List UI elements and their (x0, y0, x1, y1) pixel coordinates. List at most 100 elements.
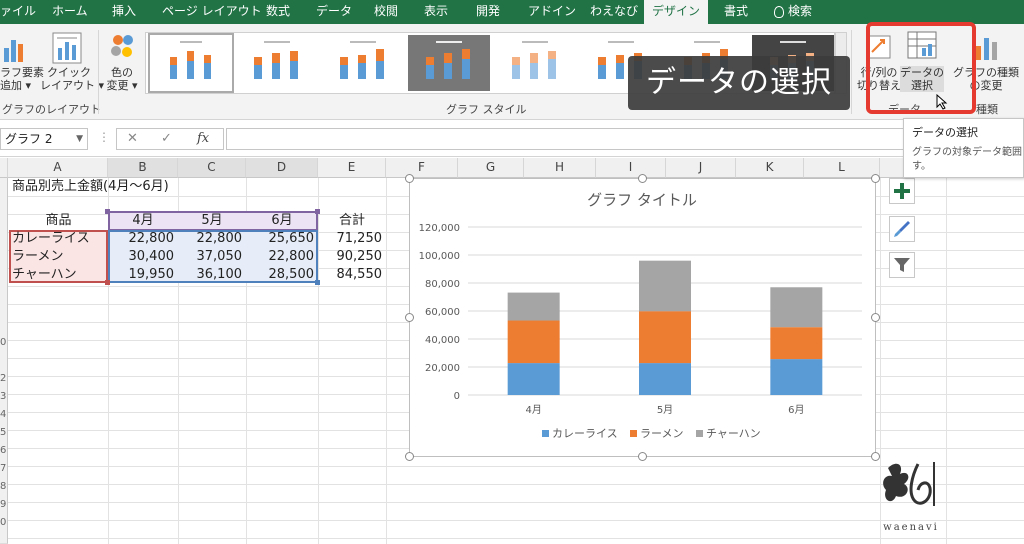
value-cell[interactable]: 22,800 (178, 230, 246, 248)
tab-developer[interactable]: 開発 (476, 0, 500, 24)
chart-style-thumb[interactable] (494, 35, 576, 91)
header-cell-jun[interactable]: 6月 (246, 212, 318, 230)
header-cell-may[interactable]: 5月 (178, 212, 246, 230)
tab-file[interactable]: ァイル (0, 0, 36, 24)
gridline (8, 466, 1024, 467)
chart-elements-button[interactable] (889, 178, 915, 204)
product-name-cell[interactable]: ラーメン (12, 248, 63, 266)
column-header[interactable]: I (596, 158, 666, 178)
chart-resize-handle[interactable] (871, 313, 880, 322)
bar-segment (507, 363, 560, 395)
chart-resize-handle[interactable] (638, 452, 647, 461)
gridline (8, 538, 1024, 539)
change-chart-type-icon (972, 32, 1002, 62)
filter-icon (894, 258, 910, 272)
tab-design[interactable]: デザイン (644, 0, 709, 24)
tab-page-layout[interactable]: ページ レイアウト (162, 0, 262, 24)
formula-input[interactable] (226, 128, 906, 150)
chart-filters-button[interactable] (889, 252, 915, 278)
column-header[interactable]: L (804, 158, 880, 178)
group-label-type: 種類 (976, 103, 998, 116)
value-cell[interactable]: 37,050 (178, 248, 246, 266)
product-name-cell[interactable]: チャーハン (12, 266, 77, 284)
name-box[interactable]: グラフ 2 ▼ (0, 128, 88, 150)
range-handle[interactable] (105, 280, 110, 285)
value-cell[interactable]: 25,650 (246, 230, 318, 248)
legend-label: チャーハン (706, 427, 761, 440)
value-cell[interactable]: 36,100 (178, 266, 246, 284)
tab-formulas[interactable]: 数式 (266, 0, 290, 24)
total-cell[interactable]: 84,550 (318, 266, 386, 284)
column-header[interactable]: K (736, 158, 804, 178)
tab-home[interactable]: ホーム (52, 0, 88, 24)
quick-layout-button[interactable]: クイック レイアウト ▾ (40, 66, 104, 92)
column-header[interactable]: H (524, 158, 596, 178)
value-cell[interactable]: 30,400 (108, 248, 178, 266)
tab-view[interactable]: 表示 (424, 0, 448, 24)
column-header[interactable]: E (318, 158, 386, 178)
total-cell[interactable]: 71,250 (318, 230, 386, 248)
product-name-cell[interactable]: カレーライス (12, 230, 90, 248)
cancel-icon[interactable]: ✕ (127, 131, 138, 146)
value-cell[interactable]: 22,800 (246, 248, 318, 266)
legend-swatch (542, 430, 549, 437)
chart-style-thumb[interactable] (408, 35, 490, 91)
waenavi-logo: waenavi (878, 456, 944, 542)
column-header[interactable]: C (178, 158, 246, 178)
gridline (8, 484, 1024, 485)
row-number: 3 (0, 391, 7, 402)
range-handle[interactable] (105, 209, 110, 214)
value-cell[interactable]: 28,500 (246, 266, 318, 284)
ribbon-tab-bar: ァイル ホーム 挿入 ページ レイアウト 数式 データ 校閲 表示 開発 アドイ… (0, 0, 1024, 24)
tab-waenavi[interactable]: わえなび (590, 0, 638, 24)
column-header[interactable]: J (666, 158, 736, 178)
add-chart-element-button[interactable]: ラフ要素 追加 ▾ (0, 66, 44, 92)
header-cell-total[interactable]: 合計 (318, 212, 386, 230)
column-header[interactable]: D (246, 158, 318, 178)
header-cell-product[interactable]: 商品 (9, 212, 108, 230)
total-cell[interactable]: 90,250 (318, 248, 386, 266)
column-header[interactable]: A (8, 158, 108, 178)
separator (98, 30, 99, 114)
tab-review[interactable]: 校閲 (374, 0, 398, 24)
range-handle[interactable] (315, 280, 320, 285)
chart-style-thumb[interactable] (322, 35, 404, 91)
row-number: 0 (0, 337, 7, 348)
legend-label: カレーライス (552, 427, 618, 440)
select-all-corner[interactable] (0, 158, 8, 178)
change-colors-button[interactable]: 色の 変更 ▾ (102, 66, 142, 92)
tab-format[interactable]: 書式 (724, 0, 748, 24)
chart-area[interactable]: グラフ タイトル 0 20,000 40,000 60,000 80,000 100,000… (409, 178, 876, 457)
chart-style-thumb[interactable] (236, 35, 318, 91)
highlight-box (866, 22, 976, 114)
range-handle[interactable] (315, 209, 320, 214)
formula-buttons: ✕ ✓ fx (116, 128, 224, 150)
brush-icon (894, 221, 910, 237)
tab-insert[interactable]: 挿入 (112, 0, 136, 24)
bar-segment (639, 311, 691, 364)
x-tick-label: 5月 (657, 404, 673, 416)
chart-resize-handle[interactable] (405, 452, 414, 461)
column-header[interactable]: G (458, 158, 524, 178)
lightbulb-icon (774, 5, 784, 18)
column-header[interactable]: F (386, 158, 458, 178)
row-number: 2 (0, 373, 7, 384)
value-cell[interactable]: 19,950 (108, 266, 178, 284)
sheet-title-cell[interactable]: 商品別売上金額(4月～6月) (12, 178, 169, 196)
header-cell-apr[interactable]: 4月 (108, 212, 178, 230)
chart-resize-handle[interactable] (405, 174, 414, 183)
bar-segment (770, 327, 823, 360)
chart-resize-handle[interactable] (405, 313, 414, 322)
column-header[interactable]: B (108, 158, 178, 178)
fx-icon[interactable]: fx (197, 131, 209, 146)
value-cell[interactable]: 22,800 (108, 230, 178, 248)
tab-search[interactable]: 検索 (774, 0, 812, 24)
bar-segment (507, 292, 560, 321)
tab-data[interactable]: データ (316, 0, 352, 24)
chart-resize-handle[interactable] (871, 174, 880, 183)
chart-styles-button[interactable] (889, 216, 915, 242)
chart-style-thumb[interactable] (148, 33, 234, 93)
tab-addins[interactable]: アドイン (528, 0, 576, 24)
chart-resize-handle[interactable] (638, 174, 647, 183)
enter-icon[interactable]: ✓ (161, 131, 172, 146)
